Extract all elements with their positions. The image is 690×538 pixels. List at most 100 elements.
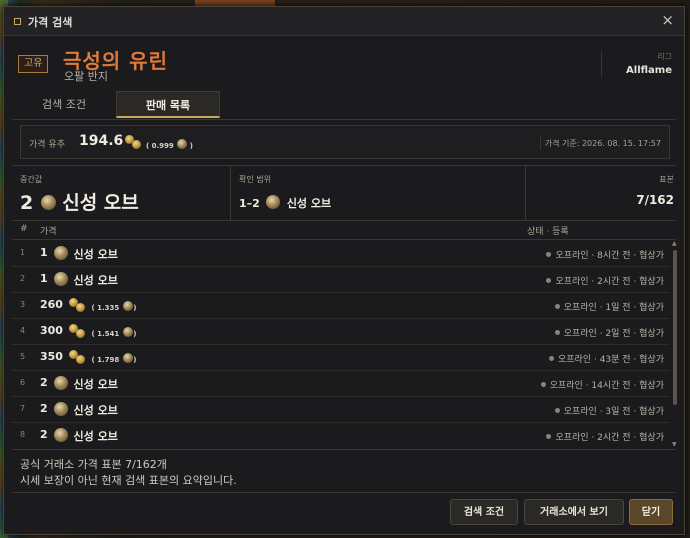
sample-note: 공식 거래소 가격 표본 7/162개 [20,458,167,471]
scroll-down-icon[interactable]: ▼ [672,441,677,448]
disclaimer-note: 시세 보장이 아닌 현재 검색 표본의 요약입니다. [20,474,237,487]
divine-orb-icon [53,376,68,390]
table-row[interactable]: 6 2 신성 오브 오프라인 · 14시간 전 · 협상가 [12,370,670,397]
search-conditions-button[interactable]: 검색 조건 [450,499,518,525]
range-value: 1–2 신성 오브 [239,193,331,211]
row-status: 오프라인 · 8시간 전 · 협상가 [546,248,664,261]
median-label: 중간값 [20,175,43,184]
row-ratio: ( 1.541) [91,326,137,338]
median-qty: 2 [20,192,34,214]
divine-orb-icon [123,353,134,363]
offline-dot-icon [546,278,552,283]
footer-divider [12,449,676,450]
row-ratio-close: ) [133,330,137,338]
button-bar-divider [12,492,676,493]
listing-rows: 1 1 신성 오브 오프라인 · 8시간 전 · 협상가 2 1 신성 오브 오프라인 · 2… [12,240,670,448]
summary-divider [540,135,541,150]
table-row[interactable]: 2 1 신성 오브 오프라인 · 2시간 전 · 협상가 [12,266,670,293]
chaos-orb-icon [125,135,141,149]
dialog-title: 가격 검색 [28,16,73,29]
row-currency: 신성 오브 [73,274,118,287]
sample-label: 표본 [659,175,674,184]
row-currency: 신성 오브 [73,404,118,417]
estimate-ratio-value: ( 0.999 [146,142,174,150]
table-row[interactable]: 7 2 신성 오브 오프라인 · 3일 전 · 협상가 [12,396,670,423]
scrollbar[interactable]: ▲ ▼ [672,240,678,448]
row-status: 오프라인 · 2시간 전 · 협상가 [546,430,664,443]
row-price-qty: 1 [40,246,48,259]
row-price-qty: 350 [40,350,63,363]
divine-orb-icon [265,195,280,209]
row-status-text: 오프라인 · 2시간 전 · 협상가 [555,277,664,287]
league-divider [601,51,602,77]
estimate-value: 194.6 [79,133,124,149]
league-label: 리그 [657,52,672,61]
row-ratio-close: ) [133,304,137,312]
divine-orb-icon [123,327,134,337]
table-row[interactable]: 5 350 ( 1.798) 오프라인 · 43분 전 · 협상가 [12,344,670,371]
row-price-qty: 1 [40,272,48,285]
price-check-dialog: 가격 검색 × 고유 극성의 유린 오팔 반지 리그 Allflame 검색 조… [3,6,685,535]
offline-dot-icon [554,408,560,413]
row-status: 오프라인 · 2일 전 · 협상가 [554,326,664,339]
row-status: 오프라인 · 3일 전 · 협상가 [554,404,664,417]
row-status: 오프라인 · 1일 전 · 협상가 [554,300,664,313]
row-status: 오프라인 · 43분 전 · 협상가 [549,352,664,365]
divine-orb-icon [53,272,68,286]
row-price-qty: 2 [40,402,48,415]
scrollbar-thumb[interactable] [673,250,677,405]
row-price-qty: 2 [40,376,48,389]
table-row[interactable]: 4 300 ( 1.541) 오프라인 · 2일 전 · 협상가 [12,318,670,345]
row-currency: 신성 오브 [73,378,118,391]
stats-panel: 중간값 2 신성 오브 확인 범위 1–2 신성 오브 표본 7/162 [12,165,676,221]
close-button[interactable]: × [661,11,674,29]
price-date: 가격 기준: 2026. 08. 15. 17:57 [544,139,661,148]
tab-bar: 검색 조건 판매 목록 [12,91,676,120]
divine-orb-icon [41,195,57,210]
table-row[interactable]: 1 1 신성 오브 오프라인 · 8시간 전 · 협상가 [12,240,670,267]
view-on-trade-button[interactable]: 거래소에서 보기 [524,499,624,525]
table-row[interactable]: 8 2 신성 오브 오프라인 · 2시간 전 · 협상가 [12,422,670,448]
divine-orb-icon [53,246,68,260]
row-ratio-value: ( 1.541 [91,330,120,338]
offline-dot-icon [540,382,546,387]
scroll-up-icon[interactable]: ▲ [672,240,677,247]
estimate-label: 가격 유추 [29,140,65,150]
close-dialog-button[interactable]: 닫기 [629,499,673,525]
chaos-orb-icon [68,298,85,312]
row-ratio-value: ( 1.335 [91,304,120,312]
median-cell: 중간값 2 신성 오브 [12,166,231,220]
offline-dot-icon [546,252,552,257]
offline-dot-icon [549,356,554,361]
sample-cell: 표본 7/162 [525,166,676,220]
diamond-icon [14,18,21,25]
row-status-text: 오프라인 · 2시간 전 · 협상가 [555,433,664,443]
col-number-header: # [20,224,28,234]
title-bar[interactable]: 가격 검색 × [4,7,684,36]
offline-dot-icon [546,434,552,439]
table-row[interactable]: 3 260 ( 1.335) 오프라인 · 1일 전 · 협상가 [12,292,670,319]
chaos-orb-icon [68,324,85,338]
rarity-badge: 고유 [18,55,49,73]
row-ratio: ( 1.798) [91,352,136,364]
row-number: 4 [20,326,26,335]
row-currency: 신성 오브 [73,430,118,443]
col-status-header[interactable]: 상태 · 등록 [527,224,569,237]
divine-orb-icon [53,402,68,416]
estimate-ratio: ( 0.999) [146,138,193,150]
league-value: Allflame [626,65,672,76]
row-status-text: 오프라인 · 3일 전 · 협상가 [563,407,664,417]
row-number: 2 [20,274,26,283]
divine-orb-icon [176,139,187,149]
divine-orb-icon [123,301,134,311]
row-number: 6 [20,378,26,387]
row-number: 5 [20,352,26,361]
row-number: 8 [20,430,26,439]
tab-listings[interactable]: 판매 목록 [116,91,220,118]
row-status-text: 오프라인 · 2일 전 · 협상가 [563,329,664,339]
row-status-text: 오프라인 · 1일 전 · 협상가 [563,303,664,313]
table-header: # 가격 상태 · 등록 [12,221,676,240]
col-price-header[interactable]: 가격 [40,224,57,237]
tab-search-conditions[interactable]: 검색 조건 [12,91,116,118]
row-ratio-value: ( 1.798 [91,356,120,364]
